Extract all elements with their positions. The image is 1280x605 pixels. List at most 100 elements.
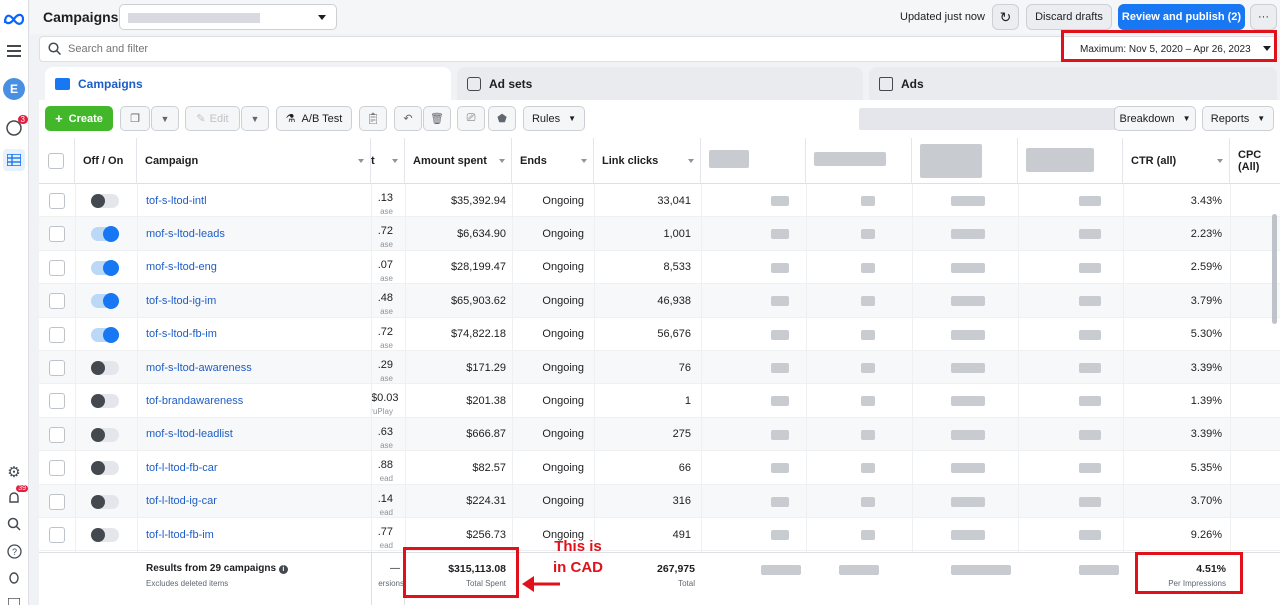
campaign-toggle[interactable] xyxy=(91,427,119,442)
header-ends[interactable]: Ends xyxy=(512,138,594,184)
tag-button[interactable]: ⬟ xyxy=(488,106,516,131)
account-selector[interactable] xyxy=(119,4,337,30)
header-off-on[interactable]: Off / On xyxy=(75,138,137,184)
campaign-name-link[interactable]: tof-s-ltod-fb-im xyxy=(146,318,217,351)
campaign-name-link[interactable]: mof-s-ltod-leadlist xyxy=(146,418,233,451)
search-input[interactable] xyxy=(68,40,668,58)
campaign-name-link[interactable]: mof-s-ltod-leads xyxy=(146,217,225,250)
breakdown-button[interactable]: Breakdown ▼ xyxy=(1114,106,1196,131)
campaign-name-link[interactable]: tof-l-ltod-fb-im xyxy=(146,518,214,551)
delete-button[interactable]: 🗑︎ xyxy=(423,106,451,131)
table-row[interactable]: mof-s-ltod-awareness .29 ase $171.29 Ongoing… xyxy=(39,351,1280,385)
partial-column-value: .07 ase xyxy=(371,259,393,283)
row-checkbox[interactable] xyxy=(49,360,65,376)
header-blurred-4[interactable] xyxy=(1018,138,1123,184)
tab-ads[interactable]: Ads xyxy=(869,67,1277,101)
duplicate-button[interactable]: ❐ xyxy=(120,106,150,131)
campaign-name-link[interactable]: mof-s-ltod-awareness xyxy=(146,351,252,384)
row-checkbox[interactable] xyxy=(49,326,65,343)
campaign-toggle[interactable] xyxy=(91,461,119,476)
more-options-button[interactable]: ··· xyxy=(1250,4,1277,30)
settings-gear-icon[interactable]: ⚙ xyxy=(3,461,25,483)
row-checkbox[interactable] xyxy=(49,293,65,310)
column-divider xyxy=(371,184,372,552)
duplicate-dropdown[interactable]: ▼ xyxy=(151,106,179,131)
select-all-checkbox[interactable] xyxy=(48,153,64,169)
report-icon[interactable] xyxy=(3,592,25,605)
tab-campaigns[interactable]: Campaigns xyxy=(45,67,451,101)
bell-icon[interactable]: 39 xyxy=(3,485,28,509)
campaign-toggle[interactable] xyxy=(91,528,119,542)
campaigns-table-icon[interactable] xyxy=(3,149,25,171)
table-row[interactable]: tof-l-ltod-fb-car .88 ead $82.57 Ongoing 66 5.… xyxy=(39,451,1280,485)
blurred-cell xyxy=(861,463,875,474)
table-row[interactable]: mof-s-ltod-eng .07 ase $28,199.47 Ongoing 8,5… xyxy=(39,251,1280,285)
header-ctr[interactable]: CTR (all) xyxy=(1123,138,1230,184)
discard-drafts-button[interactable]: Discard drafts xyxy=(1026,4,1112,30)
table-row[interactable]: tof-l-ltod-ig-car .14 ead $224.31 Ongoing 316… xyxy=(39,484,1280,518)
search-icon[interactable] xyxy=(3,513,25,535)
refresh-button[interactable]: ↻ xyxy=(992,4,1019,30)
clipboard-button[interactable]: 📋︎ xyxy=(359,106,387,131)
header-link-clicks[interactable]: Link clicks xyxy=(594,138,701,184)
row-checkbox[interactable] xyxy=(49,226,65,243)
undo-button[interactable]: ↶ xyxy=(394,106,422,131)
campaign-toggle[interactable] xyxy=(91,494,119,509)
ctr-cell: 5.30% xyxy=(1190,328,1222,341)
row-checkbox[interactable] xyxy=(49,426,65,443)
highlight-date-range xyxy=(1061,30,1277,62)
create-button[interactable]: + Create xyxy=(45,106,113,131)
header-blurred-1[interactable] xyxy=(701,138,806,184)
campaign-toggle[interactable] xyxy=(91,394,119,409)
campaign-name-link[interactable]: mof-s-ltod-eng xyxy=(146,251,217,284)
header-cpc[interactable]: CPC (All) xyxy=(1230,138,1280,184)
campaign-toggle[interactable] xyxy=(91,194,119,208)
header-blurred-2[interactable] xyxy=(806,138,912,184)
tab-adsets[interactable]: Ad sets xyxy=(457,67,863,101)
notifications-face-icon[interactable]: 3 xyxy=(3,115,28,139)
rules-button[interactable]: Rules ▼ xyxy=(523,106,585,131)
campaign-toggle[interactable] xyxy=(91,293,119,310)
row-checkbox[interactable] xyxy=(49,259,65,276)
header-partial[interactable]: t xyxy=(371,138,405,184)
campaign-toggle[interactable] xyxy=(91,361,119,375)
campaign-toggle[interactable] xyxy=(91,226,119,243)
row-checkbox[interactable] xyxy=(49,460,65,477)
campaign-name-link[interactable]: tof-brandawareness xyxy=(146,384,243,417)
header-blurred-3[interactable] xyxy=(912,138,1018,184)
table-row[interactable]: tof-s-ltod-intl .13 ase $35,392.94 Ongoing 33… xyxy=(39,184,1280,218)
svg-text:?: ? xyxy=(11,547,16,557)
help-icon[interactable]: ? xyxy=(3,540,25,562)
table-row[interactable]: tof-l-ltod-fb-im .77 ead $256.73 Ongoing 491 9… xyxy=(39,518,1280,552)
row-checkbox[interactable] xyxy=(49,493,65,510)
menu-icon[interactable] xyxy=(3,40,25,62)
table-row[interactable]: tof-s-ltod-fb-im .72 ase $74,822.18 Ongoing 5… xyxy=(39,318,1280,351)
blurred-header-text xyxy=(814,152,886,166)
campaign-name-link[interactable]: tof-l-ltod-ig-car xyxy=(146,485,217,518)
campaign-toggle[interactable] xyxy=(91,259,119,276)
preview-button[interactable]: ⎚ xyxy=(457,106,485,131)
avatar[interactable]: E xyxy=(3,78,25,100)
header-amount-spent[interactable]: Amount spent xyxy=(405,138,512,184)
table-row[interactable]: tof-s-ltod-ig-im .48 ase $65,903.62 Ongoing 4… xyxy=(39,284,1280,318)
header-campaign[interactable]: Campaign xyxy=(137,138,371,184)
campaign-name-link[interactable]: tof-l-ltod-fb-car xyxy=(146,451,218,484)
review-publish-button[interactable]: Review and publish (2) xyxy=(1118,4,1245,30)
campaign-name-link[interactable]: tof-s-ltod-ig-im xyxy=(146,284,216,317)
edit-dropdown[interactable]: ▼ xyxy=(241,106,269,131)
table-row[interactable]: mof-s-ltod-leads .72 ase $6,634.90 Ongoing 1,… xyxy=(39,217,1280,251)
campaign-name-link[interactable]: tof-s-ltod-intl xyxy=(146,184,207,217)
vertical-scrollbar[interactable] xyxy=(1272,214,1277,324)
edit-button[interactable]: ✎ Edit xyxy=(185,106,240,131)
table-row[interactable]: mof-s-ltod-leadlist .63 ase $666.87 Ongoing 2… xyxy=(39,417,1280,452)
row-checkbox[interactable] xyxy=(49,193,65,209)
table-row[interactable]: tof-brandawareness $0.03 ruPlay $201.38 Ongo… xyxy=(39,384,1280,418)
meta-logo-icon[interactable] xyxy=(3,8,25,30)
reports-button[interactable]: Reports ▼ xyxy=(1202,106,1274,131)
campaign-toggle[interactable] xyxy=(91,326,119,343)
info-icon[interactable]: i xyxy=(278,565,288,574)
ab-test-button[interactable]: ⚗ A/B Test xyxy=(276,106,352,131)
bug-icon[interactable] xyxy=(3,566,25,588)
row-checkbox[interactable] xyxy=(49,527,65,543)
row-checkbox[interactable] xyxy=(49,393,65,410)
